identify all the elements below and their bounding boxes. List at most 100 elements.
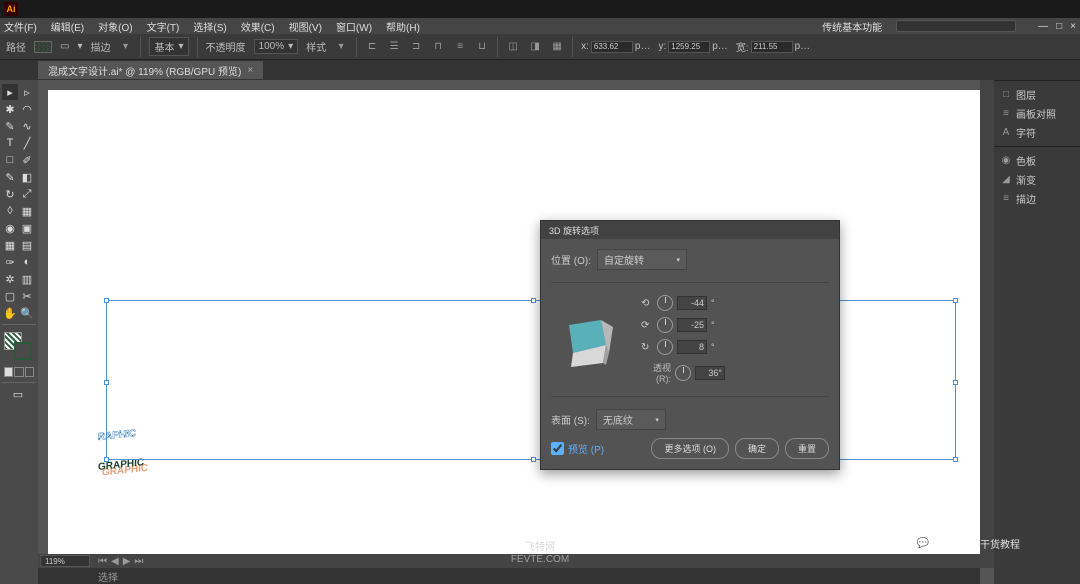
zoom-tool[interactable]: 🔍 bbox=[19, 305, 35, 321]
rectangle-tool[interactable]: □ bbox=[2, 152, 18, 168]
align-center-v-icon[interactable]: ≡ bbox=[453, 40, 467, 54]
resize-handle[interactable] bbox=[104, 298, 109, 303]
perspective-input[interactable] bbox=[695, 366, 725, 380]
prev-artboard-icon[interactable]: ◀ bbox=[111, 556, 119, 567]
axis-x-dial[interactable] bbox=[657, 295, 673, 311]
align-left-icon[interactable]: ⊏ bbox=[365, 40, 379, 54]
reset-button[interactable]: 重置 bbox=[785, 438, 829, 459]
ok-button[interactable]: 确定 bbox=[735, 438, 779, 459]
close-tab-icon[interactable]: × bbox=[247, 65, 253, 76]
resize-handle[interactable] bbox=[953, 457, 958, 462]
axis-x-input[interactable] bbox=[677, 296, 707, 310]
axis-z-dial[interactable] bbox=[657, 339, 673, 355]
menu-effect[interactable]: 效果(C) bbox=[241, 19, 275, 34]
hand-tool[interactable]: ✋ bbox=[2, 305, 18, 321]
position-dropdown[interactable]: 自定旋转 bbox=[597, 249, 687, 270]
first-artboard-icon[interactable]: ⏮ bbox=[98, 556, 107, 567]
panel-stroke[interactable]: ≡描边 bbox=[998, 189, 1076, 208]
width-tool[interactable]: ◊ bbox=[2, 203, 18, 219]
draw-normal[interactable] bbox=[4, 367, 13, 377]
align-bottom-icon[interactable]: ⊔ bbox=[475, 40, 489, 54]
perspective-tool[interactable]: ▣ bbox=[19, 220, 35, 236]
menu-edit[interactable]: 编辑(E) bbox=[51, 19, 84, 34]
screen-mode[interactable]: ▭ bbox=[2, 386, 34, 402]
resize-handle[interactable] bbox=[953, 298, 958, 303]
maximize-icon[interactable]: □ bbox=[1056, 21, 1062, 32]
graph-tool[interactable]: ▥ bbox=[19, 271, 35, 287]
panel-character[interactable]: A字符 bbox=[998, 123, 1076, 142]
selection-tool[interactable]: ▸ bbox=[2, 84, 18, 100]
shape-mode-icon[interactable]: ◫ bbox=[506, 40, 520, 54]
menu-select[interactable]: 选择(S) bbox=[193, 19, 226, 34]
magic-wand-tool[interactable]: ✱ bbox=[2, 101, 18, 117]
minimize-icon[interactable]: — bbox=[1038, 21, 1048, 32]
align-top-icon[interactable]: ⊓ bbox=[431, 40, 445, 54]
resize-handle[interactable] bbox=[104, 380, 109, 385]
vertical-scrollbar[interactable] bbox=[980, 80, 994, 568]
transform-icon[interactable]: ▦ bbox=[550, 40, 564, 54]
close-icon[interactable]: × bbox=[1070, 21, 1076, 32]
surface-dropdown[interactable]: 无底纹 bbox=[596, 409, 666, 430]
resize-handle[interactable] bbox=[953, 380, 958, 385]
menu-file[interactable]: 文件(F) bbox=[4, 19, 37, 34]
align-center-h-icon[interactable]: ☰ bbox=[387, 40, 401, 54]
last-artboard-icon[interactable]: ⏭ bbox=[134, 556, 143, 567]
curvature-tool[interactable]: ∿ bbox=[19, 118, 35, 134]
stroke-color[interactable] bbox=[14, 342, 32, 360]
eyedropper-tool[interactable]: ✑ bbox=[2, 254, 18, 270]
mesh-tool[interactable]: ▦ bbox=[2, 237, 18, 253]
x-input[interactable] bbox=[591, 41, 633, 53]
color-picker[interactable] bbox=[4, 332, 32, 360]
panel-swatches[interactable]: ◉色板 bbox=[998, 151, 1076, 170]
canvas[interactable]: GRAPHIC GRAPHIC GRAPHIC GRAPHIC 119% ⏮◀▶… bbox=[38, 80, 994, 584]
paintbrush-tool[interactable]: ✐ bbox=[19, 152, 35, 168]
workspace-label[interactable]: 传统基本功能 bbox=[822, 19, 882, 34]
axis-z-input[interactable] bbox=[677, 340, 707, 354]
menu-window[interactable]: 窗口(W) bbox=[336, 19, 372, 34]
menu-help[interactable]: 帮助(H) bbox=[386, 19, 420, 34]
lasso-tool[interactable]: ◠ bbox=[19, 101, 35, 117]
pen-tool[interactable]: ✎ bbox=[2, 118, 18, 134]
gradient-tool[interactable]: ▤ bbox=[19, 237, 35, 253]
horizontal-scrollbar[interactable]: 119% ⏮◀▶⏭ bbox=[38, 554, 980, 568]
free-transform-tool[interactable]: ▦ bbox=[19, 203, 35, 219]
menu-object[interactable]: 对象(O) bbox=[98, 19, 132, 34]
axis-y-dial[interactable] bbox=[657, 317, 673, 333]
brush-dropdown[interactable]: 基本▾ bbox=[149, 37, 188, 56]
resize-handle[interactable] bbox=[531, 457, 536, 462]
w-input[interactable] bbox=[751, 41, 793, 53]
perspective-dial[interactable] bbox=[675, 365, 691, 381]
fill-swatch[interactable] bbox=[34, 41, 52, 53]
resize-handle[interactable] bbox=[531, 298, 536, 303]
document-tab[interactable]: 混成文字设计.ai* @ 119% (RGB/GPU 预览) × bbox=[38, 61, 263, 79]
rotate-tool[interactable]: ↻ bbox=[2, 186, 18, 202]
symbol-sprayer-tool[interactable]: ✲ bbox=[2, 271, 18, 287]
preview-checkbox[interactable]: 预览 (P) bbox=[551, 441, 604, 456]
menu-type[interactable]: 文字(T) bbox=[147, 19, 180, 34]
search-input[interactable] bbox=[896, 20, 1016, 32]
y-input[interactable] bbox=[668, 41, 710, 53]
axis-y-input[interactable] bbox=[677, 318, 707, 332]
line-tool[interactable]: ╱ bbox=[19, 135, 35, 151]
shape-mode-icon[interactable]: ◨ bbox=[528, 40, 542, 54]
shape-builder-tool[interactable]: ◉ bbox=[2, 220, 18, 236]
stroke-indicator-icon[interactable]: ▭ bbox=[60, 41, 69, 52]
scale-tool[interactable]: ⤢ bbox=[19, 186, 35, 202]
draw-behind[interactable] bbox=[14, 367, 23, 377]
slice-tool[interactable]: ✂ bbox=[19, 288, 35, 304]
more-options-button[interactable]: 更多选项 (O) bbox=[651, 438, 729, 459]
chevron-down-icon[interactable]: ▾ bbox=[118, 40, 132, 54]
3d-cube-preview[interactable] bbox=[551, 305, 621, 375]
panel-layers[interactable]: □图层 bbox=[998, 85, 1076, 104]
shaper-tool[interactable]: ✎ bbox=[2, 169, 18, 185]
dialog-title[interactable]: 3D 旋转选项 bbox=[541, 221, 839, 239]
next-artboard-icon[interactable]: ▶ bbox=[123, 556, 131, 567]
chevron-down-icon[interactable]: ▾ bbox=[334, 40, 348, 54]
preview-checkbox-input[interactable] bbox=[551, 442, 564, 455]
eraser-tool[interactable]: ◧ bbox=[19, 169, 35, 185]
panel-artboards[interactable]: ≡画板对照 bbox=[998, 104, 1076, 123]
panel-gradient[interactable]: ◢渐变 bbox=[998, 170, 1076, 189]
menu-view[interactable]: 视图(V) bbox=[289, 19, 322, 34]
draw-inside[interactable] bbox=[25, 367, 34, 377]
artboard-tool[interactable]: ▢ bbox=[2, 288, 18, 304]
